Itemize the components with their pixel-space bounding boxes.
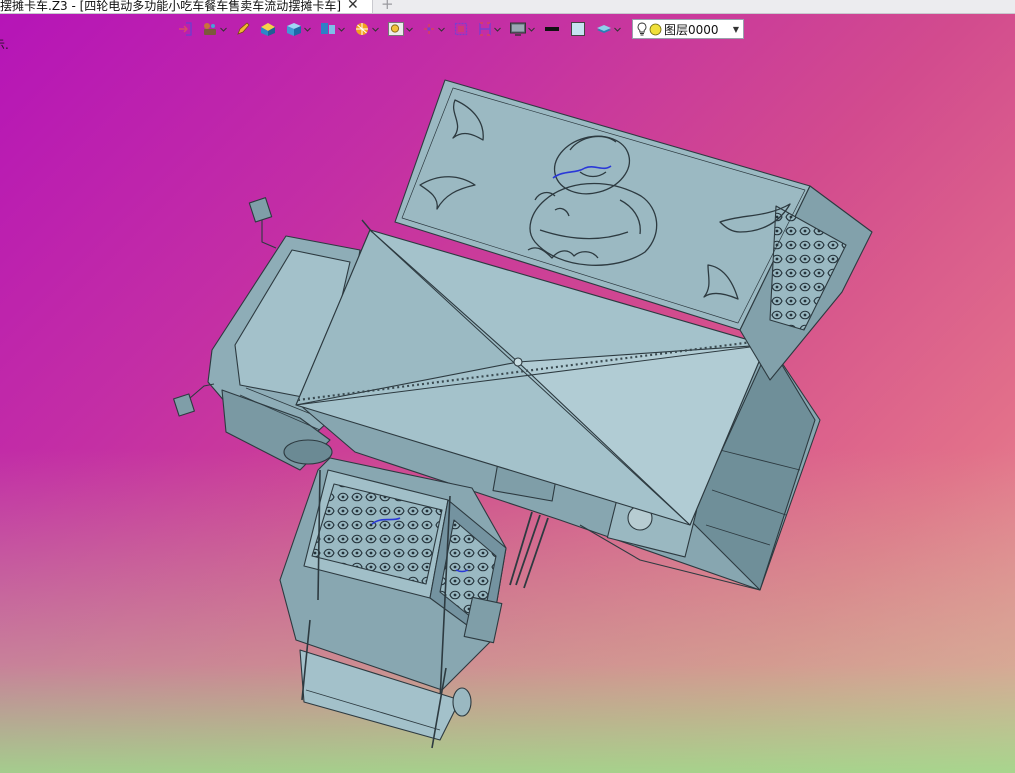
chevron-down-icon: [372, 27, 379, 32]
axis-dropdown[interactable]: [418, 18, 448, 40]
tab-bar: 动摆摊卡车.Z3 - [四轮电动多功能小吃车餐车售卖车流动摆摊卡车] ✕ +: [0, 0, 1015, 14]
move-dropdown[interactable]: [198, 18, 230, 40]
zoom-dropdown[interactable]: [384, 18, 416, 40]
box-icon[interactable]: [256, 18, 280, 40]
side-mirror-bottom: [173, 383, 215, 417]
frame-icon[interactable]: [450, 18, 472, 40]
zoom-icon: [388, 22, 404, 36]
section-icon: [479, 22, 491, 36]
food-truck-model[interactable]: [173, 79, 873, 749]
split-dropdown[interactable]: [316, 18, 348, 40]
chevron-down-icon: [494, 27, 501, 32]
pen-icon[interactable]: [232, 18, 254, 40]
layer-stack-dropdown[interactable]: [592, 18, 624, 40]
chevron-down-icon: [438, 27, 445, 32]
layer-select[interactable]: 图层0000 ▼: [632, 19, 744, 39]
split-icon: [321, 23, 335, 34]
chevron-down-icon: [304, 27, 311, 32]
axis-icon: [424, 24, 434, 34]
chevron-down-icon: [220, 27, 227, 32]
move-icon: [204, 23, 216, 35]
chevron-down-icon: [406, 27, 413, 32]
line-color-icon[interactable]: [540, 18, 564, 40]
bulb-icon: [637, 22, 647, 36]
chevron-down-icon: ▼: [732, 24, 739, 34]
chevron-down-icon: [528, 27, 535, 32]
chevron-down-icon: [614, 27, 621, 32]
side-mirror-top: [248, 197, 277, 249]
sun-icon: [649, 23, 662, 35]
close-tab-icon[interactable]: ✕: [347, 0, 359, 12]
document-tab[interactable]: 动摆摊卡车.Z3 - [四轮电动多功能小吃车餐车售卖车流动摆摊卡车] ✕: [0, 0, 373, 13]
fill-color-icon[interactable]: [566, 18, 590, 40]
document-tab-title: 动摆摊卡车.Z3 - [四轮电动多功能小吃车餐车售卖车流动摆摊卡车]: [0, 0, 341, 13]
layer-stack-icon: [597, 25, 611, 33]
render-dropdown[interactable]: [350, 18, 382, 40]
service-cabinet: [279, 457, 507, 749]
view-toolbar: 图层0000 ▼: [174, 17, 744, 41]
section-dropdown[interactable]: [474, 18, 504, 40]
chevron-down-icon: [338, 27, 345, 32]
layer-name: 图层0000: [664, 22, 719, 37]
cube-dropdown[interactable]: [282, 18, 314, 40]
render-icon: [356, 23, 368, 35]
monitor-icon: [510, 22, 526, 36]
entry-icon[interactable]: [174, 18, 196, 40]
monitor-dropdown[interactable]: [506, 18, 538, 40]
support-poles: [509, 511, 549, 589]
new-tab-icon[interactable]: +: [381, 0, 394, 12]
3d-viewport[interactable]: [0, 44, 1015, 773]
cube-icon: [287, 23, 301, 36]
